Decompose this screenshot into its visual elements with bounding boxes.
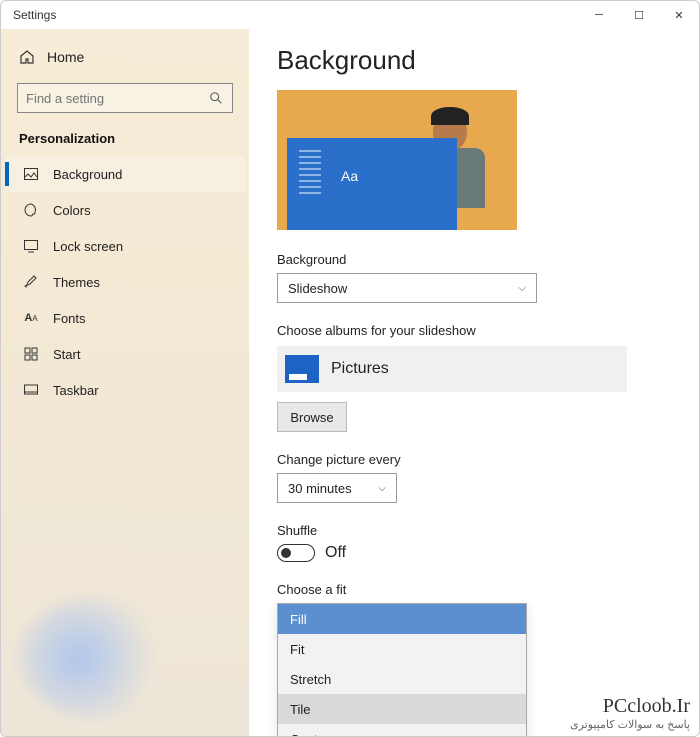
shuffle-state: Off xyxy=(325,544,346,562)
browse-button[interactable]: Browse xyxy=(277,402,347,432)
picture-icon xyxy=(23,166,39,182)
window-title: Settings xyxy=(13,8,56,22)
sidebar-item-start[interactable]: Start xyxy=(5,336,245,372)
home-label: Home xyxy=(47,49,84,65)
sidebar-item-background[interactable]: Background xyxy=(5,156,245,192)
fit-option-center[interactable]: Center xyxy=(278,724,526,736)
home-nav[interactable]: Home xyxy=(5,39,245,75)
sidebar-item-taskbar[interactable]: Taskbar xyxy=(5,372,245,408)
sidebar: Home Personalization Background xyxy=(1,29,249,736)
minimize-button[interactable]: ─ xyxy=(579,1,619,29)
preview-window-mock: Aa xyxy=(287,138,457,230)
search-input[interactable] xyxy=(26,91,208,106)
background-label: Background xyxy=(277,252,671,267)
change-picture-label: Change picture every xyxy=(277,452,671,467)
album-row[interactable]: Pictures xyxy=(277,346,627,392)
maximize-button[interactable]: ☐ xyxy=(619,1,659,29)
albums-label: Choose albums for your slideshow xyxy=(277,323,671,338)
fit-label: Choose a fit xyxy=(277,582,671,597)
chevron-down-icon: ⌵ xyxy=(378,483,386,494)
search-icon xyxy=(208,90,224,106)
sidebar-item-themes[interactable]: Themes xyxy=(5,264,245,300)
brush-icon xyxy=(23,274,39,290)
sidebar-item-lockscreen[interactable]: Lock screen xyxy=(5,228,245,264)
fit-dropdown-open[interactable]: Fill Fit Stretch Tile Center Span xyxy=(277,603,527,736)
chevron-down-icon: ⌵ xyxy=(518,283,526,294)
search-input-wrap[interactable] xyxy=(17,83,233,113)
change-interval-select[interactable]: 30 minutes ⌵ xyxy=(277,473,397,503)
watermark-subtitle: پاسخ به سوالات کامپیوتری xyxy=(570,718,690,731)
home-icon xyxy=(19,49,35,65)
sidebar-item-label: Themes xyxy=(53,275,100,290)
background-preview: Aa xyxy=(277,90,517,230)
fit-option-stretch[interactable]: Stretch xyxy=(278,664,526,694)
titlebar: Settings ─ ☐ ✕ xyxy=(1,1,699,29)
change-interval-value: 30 minutes xyxy=(288,481,352,496)
watermark: PCcloob.Ir پاسخ به سوالات کامپیوتری xyxy=(570,695,690,731)
sidebar-item-label: Background xyxy=(53,167,122,182)
sidebar-item-label: Colors xyxy=(53,203,91,218)
shuffle-label: Shuffle xyxy=(277,523,671,538)
palette-icon xyxy=(23,202,39,218)
taskbar-icon xyxy=(23,382,39,398)
page-title: Background xyxy=(277,45,671,76)
sidebar-item-colors[interactable]: Colors xyxy=(5,192,245,228)
folder-thumb-icon xyxy=(285,355,319,383)
fit-option-tile[interactable]: Tile xyxy=(278,694,526,724)
fit-option-fill[interactable]: Fill xyxy=(278,604,526,634)
sidebar-item-label: Taskbar xyxy=(53,383,99,398)
monitor-icon xyxy=(23,238,39,254)
preview-sample-text: Aa xyxy=(341,168,358,184)
content-area: Background Aa Background Slideshow ⌵ Cho xyxy=(249,29,699,736)
background-select[interactable]: Slideshow ⌵ xyxy=(277,273,537,303)
grid-icon xyxy=(23,346,39,362)
sidebar-item-label: Start xyxy=(53,347,80,362)
sidebar-item-fonts[interactable]: AA Fonts xyxy=(5,300,245,336)
decorative-blur xyxy=(19,598,169,718)
shuffle-toggle[interactable] xyxy=(277,544,315,562)
album-name: Pictures xyxy=(331,360,389,378)
font-icon: AA xyxy=(23,310,39,326)
section-title: Personalization xyxy=(5,117,245,156)
fit-option-fit[interactable]: Fit xyxy=(278,634,526,664)
background-value: Slideshow xyxy=(288,281,347,296)
watermark-title: PCcloob.Ir xyxy=(570,695,690,718)
sidebar-item-label: Fonts xyxy=(53,311,86,326)
close-button[interactable]: ✕ xyxy=(659,1,699,29)
sidebar-item-label: Lock screen xyxy=(53,239,123,254)
